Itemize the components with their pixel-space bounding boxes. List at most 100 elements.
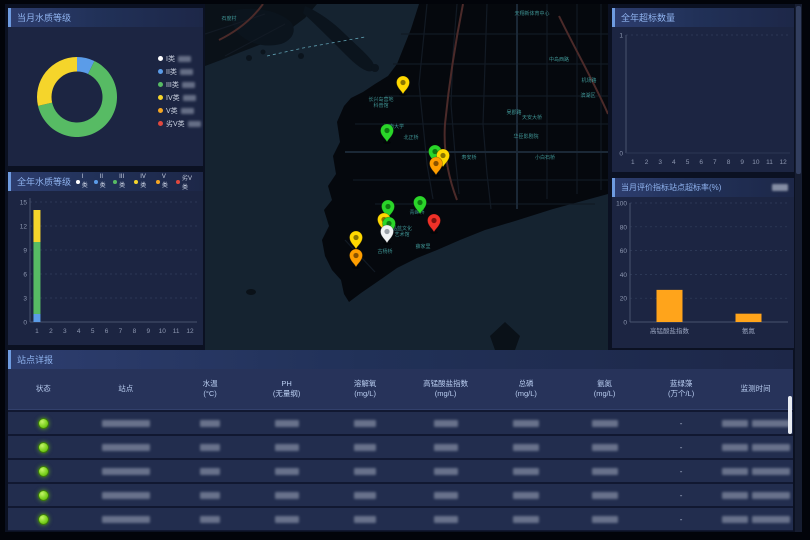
value-cell-blurred [487,516,566,523]
table-row[interactable]: - [8,436,793,458]
legend-label: II类 [166,67,177,77]
value-cell-blurred [487,492,566,499]
value-cell-blurred [326,468,405,475]
map-place-label: 小白石桥 [535,154,555,161]
svg-text:9: 9 [23,248,27,255]
svg-text:3: 3 [63,328,67,335]
legend-item[interactable]: 劣V类 [158,117,201,130]
legend-label: IV类 [166,93,180,103]
legend-item[interactable]: 劣V类 [176,173,197,191]
table-row[interactable]: - [8,460,793,482]
panel-monthly-water-grade: 当月水质等级 I类II类III类IV类V类劣V类 [8,8,203,166]
value-cell-blurred [404,468,486,475]
map-panel[interactable]: 石度村天翔新体育中心中岛西路滨湖区机场路天安大桥小白石桥吴郡路华臣影剧院寿安桥辽… [205,4,608,350]
legend-value-blurred [180,69,193,75]
panel-annual-exceed: 全年超标数量 10123456789101112 [612,8,794,172]
legend-label: III类 [166,80,179,90]
city-map[interactable]: 石度村天翔新体育中心中岛西路滨湖区机场路天安大桥小白石桥吴郡路华臣影剧院寿安桥辽… [205,4,608,350]
legend-label: I类 [82,174,89,189]
page-scrollbar-thumb[interactable] [796,6,801,174]
value-cell-blurred [326,420,405,427]
legend-dot [158,69,163,74]
svg-text:2: 2 [49,328,53,335]
status-indicator [38,514,49,525]
legend-item[interactable]: IV类 [134,174,151,189]
legend-item[interactable]: III类 [113,174,129,189]
map-place-label: 天安大桥 [522,114,542,121]
svg-text:0: 0 [623,320,627,327]
svg-text:氨氮: 氨氮 [742,326,756,335]
legend-item[interactable]: IV类 [158,91,201,104]
legend-item[interactable]: II类 [94,174,108,189]
svg-text:4: 4 [77,328,81,335]
svg-text:6: 6 [23,272,27,279]
value-cell-blurred [247,468,326,475]
value-cell-blurred [173,516,248,523]
value-cell-blurred [79,468,173,475]
svg-text:6: 6 [699,159,703,166]
legend-item[interactable]: V类 [156,174,171,189]
annual-grade-chart: 03691215123456789101112 [8,191,203,345]
empty-value-cell: - [644,419,719,428]
annual-exceed-chart: 10123456789101112 [612,27,794,172]
legend-value-blurred [188,121,201,127]
stacked-bar-legend: I类 II类 III类 IV类 V类劣V类 [71,173,197,191]
value-cell-blurred [79,444,173,451]
value-cell-blurred [565,516,644,523]
empty-value-cell: - [644,467,719,476]
svg-text:60: 60 [620,248,628,255]
svg-text:9: 9 [740,159,744,166]
status-cell [8,514,79,525]
status-cell [8,490,79,501]
legend-value-blurred [181,108,194,114]
column-header-9: 蓝绿藻(万个/L) [644,379,719,399]
value-cell-blurred [173,444,248,451]
value-cell-blurred [487,444,566,451]
value-cell-blurred [565,492,644,499]
panel-title-bar: 站点详报 [8,350,793,369]
legend-item[interactable]: V类 [158,104,201,117]
value-cell-blurred [565,444,644,451]
map-place-label: 石度村 [221,15,236,22]
status-indicator [38,442,49,453]
column-header-10: 监测时间 [718,384,793,394]
map-place-label: 北正桥 [403,134,418,141]
table-row[interactable]: - [8,484,793,506]
svg-text:7: 7 [713,159,717,166]
legend-item[interactable]: I类 [158,52,201,65]
svg-text:高锰酸盐指数: 高锰酸盐指数 [650,326,690,335]
legend-dot [134,180,138,184]
time-cell-blurred [718,492,793,499]
legend-dot [176,180,180,184]
page-scrollbar[interactable] [795,4,802,532]
legend-item[interactable]: I类 [76,174,89,189]
legend-item[interactable]: III类 [158,78,201,91]
panel-exceed-rate: 当月评价指标站点超标率(%) 020406080100高锰酸盐指数氨氮 [612,178,794,348]
legend-label: V类 [166,106,178,116]
value-cell-blurred [247,516,326,523]
status-indicator [38,466,49,477]
legend-dot [94,180,98,184]
svg-text:8: 8 [133,328,137,335]
table-row[interactable]: - [8,412,793,434]
column-header-5: 溶解氧(mg/L) [326,379,405,399]
map-place-label: 华臣影剧院 [513,133,538,140]
table-scrollbar-thumb[interactable] [788,396,792,434]
table-row[interactable]: - [8,508,793,530]
svg-text:3: 3 [658,159,662,166]
svg-text:10: 10 [752,159,760,166]
stacked-bar-segment-II类 [33,314,40,322]
panel-title-bar: 全年水质等级 I类II类III类IV类V类劣V类 [8,172,203,191]
legend-item[interactable]: II类 [158,65,201,78]
legend-dot [158,95,163,100]
empty-value-cell: - [644,515,719,524]
column-header-1: 状态 [8,384,79,394]
svg-text:100: 100 [616,201,627,208]
donut-legend: I类 II类 III类 IV类 V类劣V类 [158,52,201,130]
time-cell-blurred [718,468,793,475]
legend-label: IV类 [140,174,151,189]
value-cell-blurred [404,420,486,427]
value-cell-blurred [247,444,326,451]
map-place-label: 薛家里 [415,243,430,250]
stacked-bar-segment-IV类 [33,210,40,242]
